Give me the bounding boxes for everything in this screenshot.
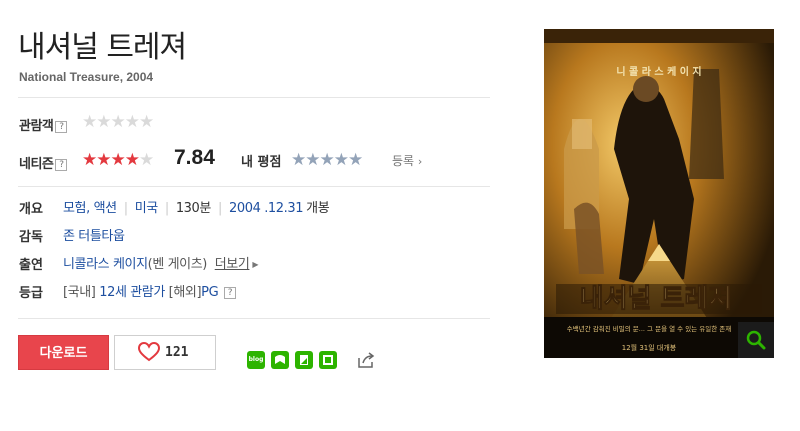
netizen-label-text: 네티즌 <box>19 157 54 172</box>
share-icon[interactable] <box>356 350 375 368</box>
separator: | <box>123 201 128 216</box>
genre-link[interactable]: 모험 <box>63 201 87 216</box>
movie-info-page: 내셔널 트레져 National Treasure, 2004 관람객? ★★★… <box>0 0 800 431</box>
divider <box>18 97 490 98</box>
grade-foreign-prefix: [해외] <box>168 285 202 300</box>
search-icon <box>746 330 766 350</box>
director-value: 존 터틀타웁 <box>63 225 125 244</box>
grade-value: [국내] 12세 관람가 [해외]PG ? <box>63 281 236 300</box>
register-label: 등록 <box>392 154 415 168</box>
grade-domestic-link[interactable]: 12세 관람가 <box>99 285 165 300</box>
bookmark-share-icon[interactable] <box>271 351 289 369</box>
netizen-stars-empty: ★ <box>138 150 154 170</box>
divider <box>18 318 490 319</box>
cast-label: 출연 <box>19 258 43 273</box>
help-icon[interactable]: ? <box>55 159 68 171</box>
divider <box>18 186 490 187</box>
band-share-icon[interactable] <box>295 351 313 369</box>
separator: | <box>164 201 169 216</box>
my-rating-stars[interactable]: ★★★★★ <box>291 150 363 170</box>
poster-title-text: 내셔널 트레져 <box>580 284 733 314</box>
blog-share-icon[interactable]: blog <box>247 351 265 369</box>
director-label: 감독 <box>19 230 43 245</box>
movie-original-title: National Treasure, 2004 <box>19 70 154 84</box>
genre-link[interactable]: 액션 <box>94 201 118 216</box>
netizen-score: 7.84 <box>174 146 215 169</box>
cast-more-link[interactable]: 더보기 <box>215 257 250 272</box>
netizen-rating-label: 네티즌? <box>19 153 68 172</box>
runtime: 130분 <box>175 201 212 216</box>
audience-label-text: 관람객 <box>19 119 54 134</box>
poster-release-date: 12월 31일 대개봉 <box>622 343 677 352</box>
help-icon[interactable]: ? <box>223 287 236 299</box>
share-glyph-icon <box>358 352 375 368</box>
note-glyph-icon <box>323 355 333 365</box>
netizen-stars: ★★★★★ <box>82 150 154 170</box>
overview-value: 모험, 액션 | 미국 | 130분 | 2004 .12.31 개봉 <box>63 197 330 216</box>
chevron-right-icon: › <box>417 155 423 168</box>
release-suffix: 개봉 <box>306 201 330 216</box>
overview-label: 개요 <box>19 202 43 217</box>
triangle-right-icon: ▶ <box>252 260 259 269</box>
cast-value: 니콜라스 케이지(벤 게이츠) 더보기 ▶ <box>63 253 259 272</box>
poster-tagline: 수백년간 감춰진 비밀의 문... 그 문을 열 수 있는 유일한 존재 <box>567 324 731 333</box>
audience-rating-label: 관람객? <box>19 115 68 134</box>
note-share-icon[interactable] <box>319 351 337 369</box>
like-count: 121 <box>165 345 189 360</box>
heart-icon <box>138 342 160 362</box>
poster-top-text: 니 콜 라 스 케 이 지 <box>616 65 701 78</box>
grade-foreign-link[interactable]: PG <box>201 285 219 300</box>
audience-stars: ★★★★★ <box>82 112 154 132</box>
poster-zoom-button[interactable] <box>738 322 774 358</box>
poster-artwork: 니 콜 라 스 케 이 지 내셔널 트레져 수백년간 감춰진 비밀의 문... … <box>544 29 774 358</box>
my-rating-label: 내 평점 <box>241 155 282 170</box>
movie-title: 내셔널 트레져 <box>18 30 187 65</box>
release-date-link[interactable]: 2004 .12.31 <box>229 201 304 216</box>
actor-link[interactable]: 니콜라스 케이지 <box>63 257 148 272</box>
movie-poster[interactable]: 니 콜 라 스 케 이 지 내셔널 트레져 수백년간 감춰진 비밀의 문... … <box>544 29 774 358</box>
separator: | <box>218 201 222 216</box>
country-link[interactable]: 미국 <box>135 201 159 216</box>
director-link[interactable]: 존 터틀타웁 <box>63 229 125 244</box>
netizen-stars-filled: ★★★★ <box>82 150 140 170</box>
register-rating-link[interactable]: 등록 › <box>392 152 422 169</box>
help-icon[interactable]: ? <box>55 121 68 133</box>
genre-comma: , <box>86 201 94 216</box>
grade-label: 등급 <box>19 286 43 301</box>
download-button[interactable]: 다운로드 <box>18 335 109 370</box>
bookmark-glyph-icon <box>275 355 285 364</box>
grade-domestic-prefix: [국내] <box>63 285 96 300</box>
band-glyph-icon <box>300 355 308 365</box>
like-button[interactable]: 121 <box>114 335 216 370</box>
actor-role: (벤 게이츠) <box>147 257 208 272</box>
